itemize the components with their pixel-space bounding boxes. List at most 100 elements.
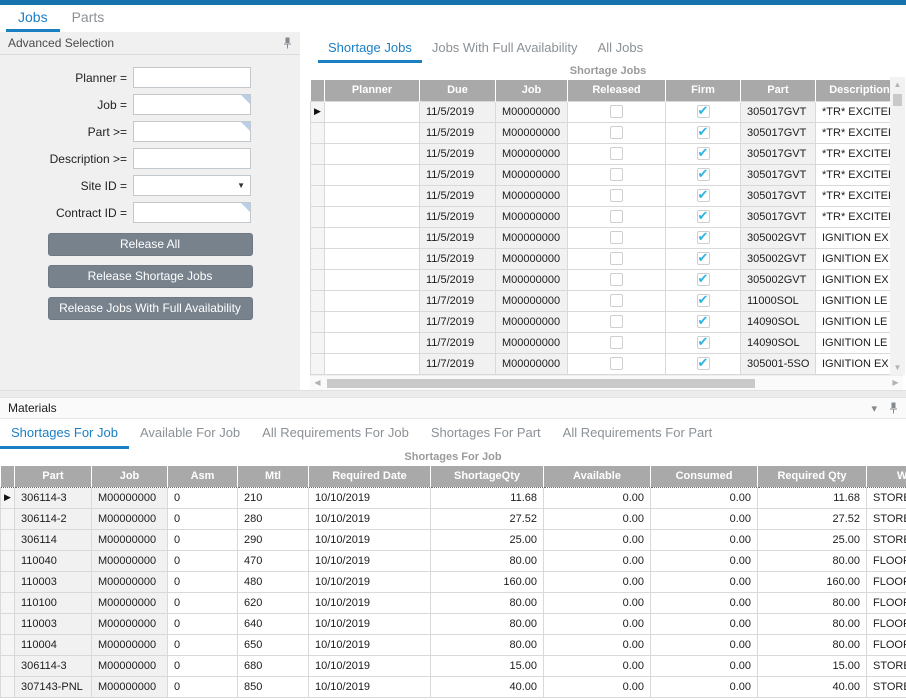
pin-icon[interactable] (283, 37, 292, 49)
grid-row[interactable]: 110003M00000000048010/10/2019160.000.000… (1, 571, 906, 592)
tab-all-requirements-for-job[interactable]: All Requirements For Job (251, 419, 420, 449)
grid-cell[interactable] (568, 269, 666, 290)
row-selector[interactable] (311, 185, 325, 206)
grid-cell[interactable]: 305017GVT (741, 143, 816, 164)
released-checkbox[interactable] (610, 105, 623, 118)
grid-cell[interactable] (666, 164, 741, 185)
grid-row[interactable]: 306114-2M00000000028010/10/201927.520.00… (1, 508, 906, 529)
firm-checkbox[interactable] (697, 210, 710, 223)
grid-cell[interactable]: FLOOR (867, 592, 906, 613)
released-checkbox[interactable] (610, 147, 623, 160)
grid-cell[interactable]: 305001-5SO (741, 353, 816, 374)
grid-row[interactable]: 11/5/2019M00000000305017GVT*TR* EXCITER (311, 185, 904, 206)
row-selector[interactable] (311, 164, 325, 185)
row-selector[interactable] (1, 571, 15, 592)
firm-checkbox[interactable] (697, 105, 710, 118)
grid-cell[interactable]: 0.00 (651, 592, 758, 613)
grid-cell[interactable]: 40.00 (431, 676, 544, 697)
row-selector[interactable] (1, 529, 15, 550)
row-selector[interactable] (311, 248, 325, 269)
grid-cell[interactable] (325, 290, 420, 311)
row-selector[interactable] (1, 676, 15, 697)
grid-cell[interactable]: 11/5/2019 (420, 248, 496, 269)
column-header-asm[interactable]: Asm (168, 466, 238, 487)
column-header-firm[interactable]: Firm (666, 80, 741, 101)
grid-cell[interactable]: 40.00 (758, 676, 867, 697)
row-selector[interactable] (311, 311, 325, 332)
firm-checkbox[interactable] (697, 126, 710, 139)
grid-cell[interactable]: 640 (238, 613, 309, 634)
grid-cell[interactable]: 10/10/2019 (309, 550, 431, 571)
pin-icon[interactable] (889, 402, 898, 414)
grid-cell[interactable]: 80.00 (431, 613, 544, 634)
grid-cell[interactable] (325, 332, 420, 353)
grid-cell[interactable]: 11/5/2019 (420, 164, 496, 185)
grid-cell[interactable]: 11.68 (431, 487, 544, 508)
released-checkbox[interactable] (610, 315, 623, 328)
grid-cell[interactable]: 0.00 (651, 550, 758, 571)
scroll-down-icon[interactable]: ▼ (894, 360, 902, 375)
grid-cell[interactable] (666, 227, 741, 248)
grid-cell[interactable] (325, 122, 420, 143)
row-selector[interactable] (311, 290, 325, 311)
grid-cell[interactable]: 306114-3 (15, 487, 92, 508)
grid-cell[interactable]: 0 (168, 613, 238, 634)
grid-cell[interactable]: 110100 (15, 592, 92, 613)
grid-cell[interactable]: M00000000 (92, 613, 168, 634)
grid-cell[interactable] (666, 290, 741, 311)
firm-checkbox[interactable] (697, 168, 710, 181)
firm-checkbox[interactable] (697, 315, 710, 328)
grid-cell[interactable]: 110003 (15, 613, 92, 634)
grid-cell[interactable]: 0.00 (651, 571, 758, 592)
grid-cell[interactable]: M00000000 (496, 290, 568, 311)
grid-cell[interactable]: 11/5/2019 (420, 122, 496, 143)
grid-cell[interactable]: 110003 (15, 571, 92, 592)
grid-cell[interactable]: 14090SOL (741, 332, 816, 353)
grid-cell[interactable]: 27.52 (758, 508, 867, 529)
grid-cell[interactable]: M00000000 (92, 508, 168, 529)
part-input[interactable] (133, 121, 251, 142)
released-checkbox[interactable] (610, 294, 623, 307)
grid-cell[interactable]: 0.00 (651, 634, 758, 655)
grid-cell[interactable]: M00000000 (496, 164, 568, 185)
scrollbar-thumb[interactable] (327, 379, 755, 388)
current-row-indicator[interactable]: ▶ (311, 101, 325, 122)
grid-cell[interactable]: 0.00 (544, 655, 651, 676)
grid-cell[interactable]: 11/5/2019 (420, 185, 496, 206)
grid-cell[interactable]: 11.68 (758, 487, 867, 508)
grid-cell[interactable] (666, 122, 741, 143)
grid-row[interactable]: 11/5/2019M00000000305002GVTIGNITION EX (311, 227, 904, 248)
grid-cell[interactable] (568, 332, 666, 353)
grid-cell[interactable]: 80.00 (758, 613, 867, 634)
grid-cell[interactable]: 0 (168, 529, 238, 550)
grid-cell[interactable]: M00000000 (496, 122, 568, 143)
released-checkbox[interactable] (610, 231, 623, 244)
grid-cell[interactable]: M00000000 (496, 311, 568, 332)
released-checkbox[interactable] (610, 336, 623, 349)
tab-jobs[interactable]: Jobs (6, 5, 60, 32)
grid-cell[interactable]: 0 (168, 676, 238, 697)
grid-cell[interactable] (666, 269, 741, 290)
column-header-required-qty[interactable]: Required Qty (758, 466, 867, 487)
grid-cell[interactable]: FLOOR (867, 571, 906, 592)
grid-row[interactable]: 11/5/2019M00000000305017GVT*TR* EXCITER (311, 206, 904, 227)
grid-cell[interactable] (568, 185, 666, 206)
grid-cell[interactable]: 0 (168, 550, 238, 571)
grid-cell[interactable]: 25.00 (431, 529, 544, 550)
grid-cell[interactable]: 11/5/2019 (420, 227, 496, 248)
panel-splitter[interactable] (300, 32, 310, 390)
grid-cell[interactable]: 15.00 (758, 655, 867, 676)
firm-checkbox[interactable] (697, 357, 710, 370)
grid-cell[interactable]: M00000000 (92, 676, 168, 697)
grid-cell[interactable]: FLOOR (867, 550, 906, 571)
grid-cell[interactable] (325, 311, 420, 332)
grid-cell[interactable]: 25.00 (758, 529, 867, 550)
grid-cell[interactable]: M00000000 (496, 353, 568, 374)
grid-cell[interactable]: 0 (168, 634, 238, 655)
grid-cell[interactable]: M00000000 (496, 143, 568, 164)
grid-cell[interactable]: STORE (867, 529, 906, 550)
grid-cell[interactable]: 0.00 (544, 571, 651, 592)
column-header-part[interactable]: Part (741, 80, 816, 101)
row-selector[interactable] (311, 353, 325, 374)
grid-cell[interactable]: 11/7/2019 (420, 311, 496, 332)
